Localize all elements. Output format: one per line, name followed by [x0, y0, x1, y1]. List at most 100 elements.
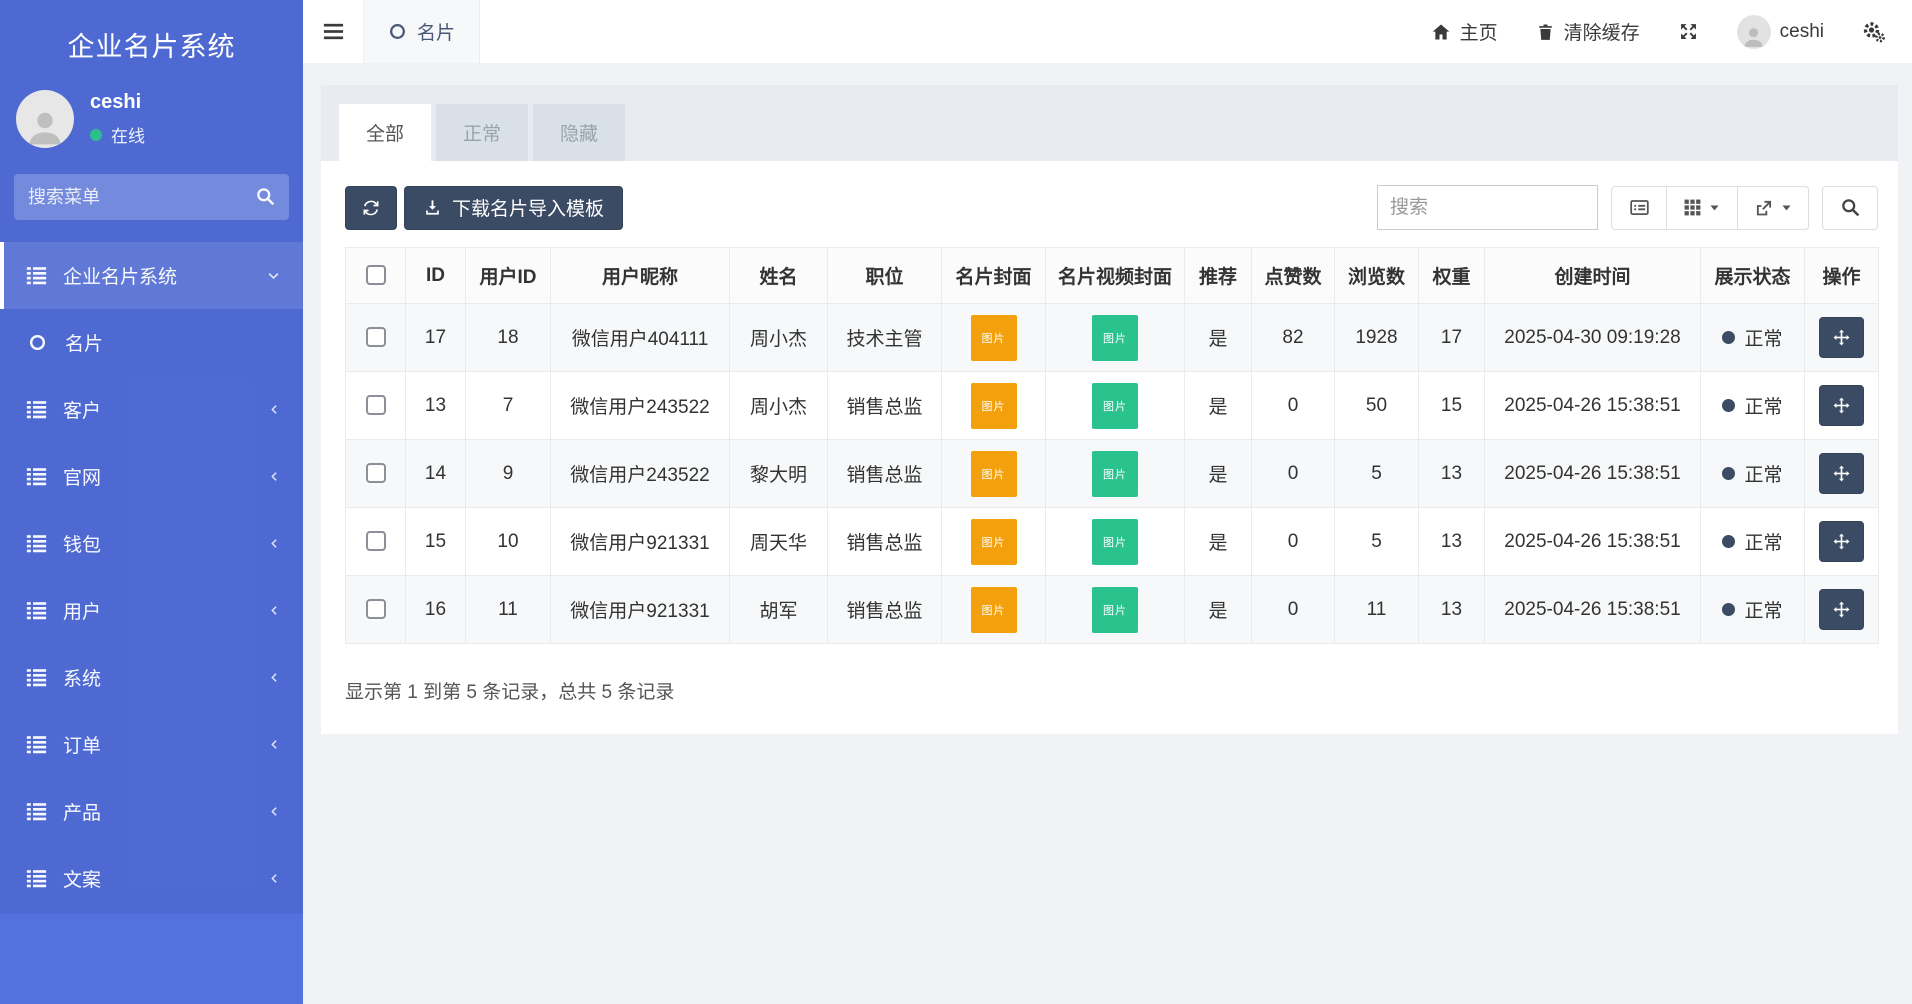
drag-sort-button[interactable]	[1819, 521, 1864, 562]
card-cover-thumbnail[interactable]: 图片	[971, 519, 1017, 565]
expand-icon	[1678, 21, 1699, 42]
cell-user-id: 10	[466, 508, 551, 576]
cell-user-id: 9	[466, 440, 551, 508]
cell-user-id: 7	[466, 372, 551, 440]
clear-cache-label: 清除缓存	[1564, 18, 1640, 45]
cell-views: 5	[1335, 440, 1419, 508]
list-alt-icon	[1629, 197, 1650, 218]
user-menu[interactable]: ceshi	[1737, 15, 1824, 49]
tab-hidden[interactable]: 隐藏	[533, 104, 625, 161]
cell-likes: 0	[1252, 508, 1335, 576]
sidebar-search-input[interactable]	[14, 174, 289, 220]
chevron-left-icon	[268, 738, 281, 751]
cell-created: 2025-04-26 15:38:51	[1485, 440, 1701, 508]
row-checkbox[interactable]	[366, 531, 386, 551]
clear-cache-link[interactable]: 清除缓存	[1536, 18, 1640, 45]
sidebar-item-label: 订单	[63, 731, 268, 758]
select-all-checkbox[interactable]	[366, 265, 386, 285]
video-cover-thumbnail[interactable]: 图片	[1092, 587, 1138, 633]
tab-all[interactable]: 全部	[339, 104, 431, 161]
sidebar-item-order[interactable]: 订单	[0, 711, 303, 778]
status-dot	[1722, 467, 1735, 480]
status-text: 正常	[1744, 392, 1782, 419]
table-search-input[interactable]	[1377, 185, 1598, 230]
row-checkbox[interactable]	[366, 599, 386, 619]
card-cover-thumbnail[interactable]: 图片	[971, 587, 1017, 633]
search-icon	[1840, 197, 1861, 218]
menu-toggle-button[interactable]	[303, 0, 363, 63]
columns-button[interactable]	[1666, 186, 1738, 230]
sidebar-item-label: 钱包	[63, 530, 268, 557]
cell-id: 14	[406, 440, 466, 508]
cell-position: 销售总监	[828, 576, 942, 644]
cell-position: 销售总监	[828, 372, 942, 440]
col-status: 展示状态	[1701, 248, 1805, 304]
advanced-search-button[interactable]	[1822, 186, 1878, 230]
download-template-button[interactable]: 下载名片导入模板	[404, 186, 623, 230]
refresh-button[interactable]	[345, 186, 397, 230]
home-icon	[1431, 22, 1451, 42]
status-dot	[1722, 331, 1735, 344]
trash-icon	[1536, 22, 1555, 42]
status-dot	[1722, 603, 1735, 616]
row-checkbox[interactable]	[366, 395, 386, 415]
sidebar-item-product[interactable]: 产品	[0, 778, 303, 845]
navbar-tab-card[interactable]: 名片	[363, 0, 480, 63]
row-checkbox[interactable]	[366, 327, 386, 347]
video-cover-thumbnail[interactable]: 图片	[1092, 315, 1138, 361]
sidebar-search	[14, 174, 289, 220]
sidebar-item-customer[interactable]: 客户	[0, 376, 303, 443]
cell-recommend: 是	[1185, 508, 1252, 576]
col-cover: 名片封面	[942, 248, 1046, 304]
card-table: ID 用户ID 用户昵称 姓名 职位 名片封面 名片视频封面 推荐 点赞数 浏览…	[345, 247, 1879, 644]
user-avatar[interactable]	[16, 90, 74, 148]
fullscreen-button[interactable]	[1678, 21, 1699, 42]
sidebar-item-website[interactable]: 官网	[0, 443, 303, 510]
chevron-left-icon	[268, 537, 281, 550]
refresh-icon	[361, 198, 381, 218]
cell-name: 周小杰	[730, 372, 828, 440]
video-cover-thumbnail[interactable]: 图片	[1092, 451, 1138, 497]
export-button[interactable]	[1737, 186, 1809, 230]
user-name: ceshi	[90, 91, 145, 114]
sidebar-item-copywriting[interactable]: 文案	[0, 845, 303, 912]
list-icon	[26, 801, 48, 822]
cell-id: 15	[406, 508, 466, 576]
drag-sort-button[interactable]	[1819, 589, 1864, 630]
drag-sort-button[interactable]	[1819, 453, 1864, 494]
drag-sort-button[interactable]	[1819, 385, 1864, 426]
circle-icon	[388, 22, 407, 41]
video-cover-thumbnail[interactable]: 图片	[1092, 519, 1138, 565]
drag-sort-button[interactable]	[1819, 317, 1864, 358]
download-icon	[423, 198, 442, 217]
export-icon	[1754, 198, 1774, 218]
row-checkbox[interactable]	[366, 463, 386, 483]
card-cover-thumbnail[interactable]: 图片	[971, 315, 1017, 361]
chevron-left-icon	[268, 403, 281, 416]
col-actions: 操作	[1805, 248, 1879, 304]
cell-likes: 82	[1252, 304, 1335, 372]
sidebar-item-card-system[interactable]: 企业名片系统	[0, 242, 303, 309]
sidebar-item-user[interactable]: 用户	[0, 577, 303, 644]
move-icon	[1832, 600, 1851, 619]
sidebar: 企业名片系统 ceshi 在线	[0, 0, 303, 1004]
sidebar-item-system[interactable]: 系统	[0, 644, 303, 711]
menu-toggle-icon	[322, 20, 345, 43]
card-cover-thumbnail[interactable]: 图片	[971, 451, 1017, 497]
tab-normal[interactable]: 正常	[436, 104, 528, 161]
video-cover-thumbnail[interactable]: 图片	[1092, 383, 1138, 429]
sidebar-item-wallet[interactable]: 钱包	[0, 510, 303, 577]
sidebar-item-card[interactable]: 名片	[0, 309, 303, 376]
status-text: 正常	[1744, 596, 1782, 623]
sidebar-item-label: 系统	[63, 664, 268, 691]
cell-likes: 0	[1252, 576, 1335, 644]
sidebar-item-label: 用户	[63, 597, 268, 624]
settings-button[interactable]	[1862, 20, 1886, 44]
card-cover-thumbnail[interactable]: 图片	[971, 383, 1017, 429]
list-icon	[26, 667, 48, 688]
sidebar-item-label: 客户	[63, 396, 268, 423]
home-link[interactable]: 主页	[1431, 18, 1498, 45]
cell-likes: 0	[1252, 372, 1335, 440]
toggle-view-button[interactable]	[1611, 186, 1667, 230]
user-status-label: 在线	[111, 122, 145, 147]
